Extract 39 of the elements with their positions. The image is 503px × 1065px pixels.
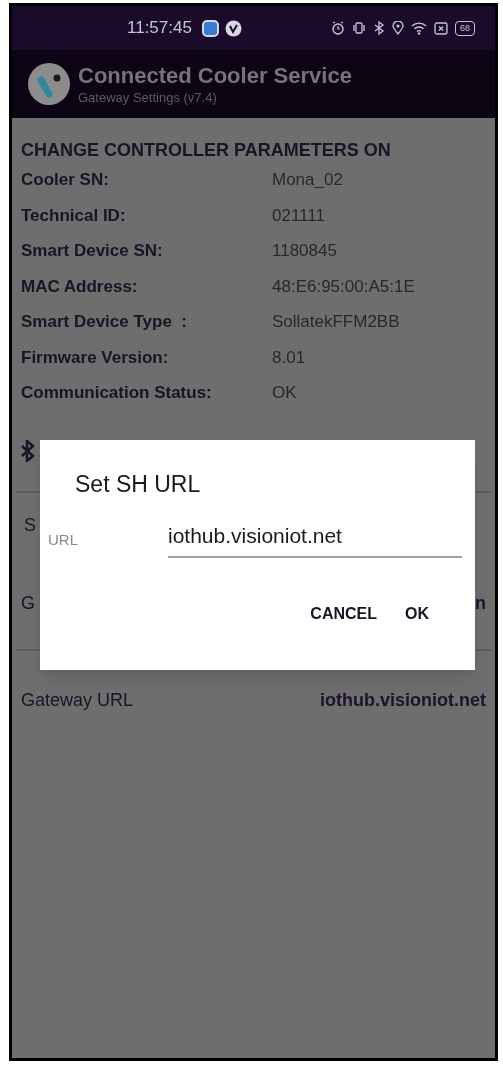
setting-label: Gateway URL: [21, 689, 134, 712]
section-title: CHANGE CONTROLLER PARAMETERS ON: [21, 139, 392, 162]
app-notification-icon: [224, 19, 242, 37]
detail-value: Mona_02: [272, 169, 343, 191]
status-time: 11:57:45: [127, 17, 192, 40]
url-input-field[interactable]: iothub.visioniot.net: [168, 520, 462, 558]
vibrate-icon: [352, 21, 366, 35]
detail-value: 48:E6:95:00:A5:1E: [272, 275, 415, 298]
bluetooth-icon: [21, 439, 35, 462]
alarm-icon: [331, 21, 345, 35]
detail-value: SollatekFFM2BB: [272, 311, 400, 333]
detail-label: Smart Device Type :: [21, 311, 188, 333]
setting-value: iothub.visioniot.net: [320, 689, 486, 712]
setting-value: n: [475, 592, 486, 615]
dialog-button[interactable]: CANCEL: [300, 595, 387, 632]
setting-label: G: [21, 592, 35, 615]
detail-label: Communication Status:: [21, 382, 213, 404]
detail-value: 1180845: [272, 240, 337, 262]
dialog-title: Set SH URL: [75, 470, 202, 498]
field-label: URL: [48, 530, 79, 550]
app-logo-icon: [28, 63, 70, 105]
detail-label: Technical ID:: [21, 204, 127, 227]
detail-label: MAC Address:: [21, 275, 139, 298]
detail-label: Smart Device SN:: [21, 240, 164, 262]
battery-level: 68: [455, 20, 475, 36]
dialog-button[interactable]: OK: [395, 595, 439, 632]
sim-icon: [434, 21, 448, 35]
wifi-icon: [411, 21, 427, 35]
app-title: Connected Cooler Service: [78, 62, 352, 90]
detail-value: 021111: [272, 204, 325, 227]
setting-label: S: [24, 514, 36, 537]
detail-value: OK: [272, 382, 297, 404]
detail-label: Cooler SN:: [21, 169, 110, 191]
bluetooth-icon: [373, 21, 385, 35]
app-subtitle: Gateway Settings (v7.4): [78, 89, 218, 106]
app-notification-icon: [201, 19, 219, 37]
detail-value: 8.01: [272, 346, 306, 369]
detail-label: Firmware Version:: [21, 346, 170, 369]
location-icon: [392, 21, 404, 35]
